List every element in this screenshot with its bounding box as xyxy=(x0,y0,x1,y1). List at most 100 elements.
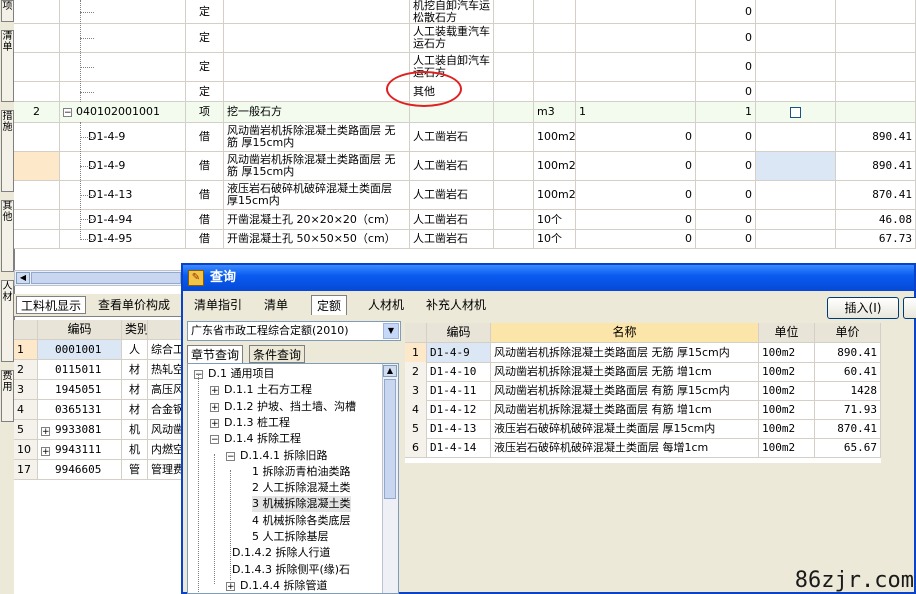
value-cell[interactable]: 0 xyxy=(696,24,756,52)
tab-supplement-labor-material-machine[interactable]: 补充人材机 xyxy=(421,295,491,315)
code-cell[interactable]: D1-4-13 xyxy=(60,181,186,209)
table-row[interactable]: 定 人工装载重汽车运石方 0 xyxy=(14,24,916,53)
name-cell[interactable]: 开凿混凝土孔 20×20×20（cm） xyxy=(224,210,410,229)
qty-cell[interactable] xyxy=(576,82,696,101)
table-row[interactable]: 10 +9943111 机内燃空 xyxy=(14,440,184,460)
blank-cell[interactable] xyxy=(494,53,534,81)
value-cell[interactable]: 0 xyxy=(696,123,756,151)
value-cell[interactable]: 1 xyxy=(696,102,756,122)
flag-cell[interactable] xyxy=(756,24,836,52)
code-cell[interactable]: 0115011 xyxy=(38,360,122,379)
value-cell[interactable]: 0 xyxy=(696,0,756,23)
code-cell[interactable]: D1-4-12 xyxy=(427,400,491,419)
vtab-6[interactable]: 费用 xyxy=(1,370,14,422)
code-cell[interactable]: D1-4-11 xyxy=(427,381,491,400)
tree-scroll-thumb[interactable] xyxy=(384,379,396,499)
table-row[interactable]: 2 0115011 材热轧空 xyxy=(14,360,184,380)
table-row[interactable]: 5 D1-4-13 液压岩石破碎机破碎混凝土类面层 厚15cm内 100m2 870.4… xyxy=(405,419,881,439)
flag-cell[interactable] xyxy=(756,210,836,229)
blank-cell[interactable] xyxy=(494,0,534,23)
code-cell[interactable]: D1-4-14 xyxy=(427,438,491,457)
qty-cell[interactable] xyxy=(576,0,696,23)
type-cell[interactable]: 定 xyxy=(186,0,224,23)
price-cell[interactable]: 1428 xyxy=(815,381,881,400)
collapse-minus-icon[interactable]: − xyxy=(210,435,219,445)
type-cell[interactable]: 定 xyxy=(186,82,224,101)
expand-plus-icon[interactable]: + xyxy=(210,386,219,396)
value-cell[interactable]: 0 xyxy=(696,210,756,229)
type-cell[interactable]: 借 xyxy=(186,152,224,180)
tab-bill[interactable]: 清单 xyxy=(259,295,293,315)
header-code[interactable]: 编码 xyxy=(427,323,491,342)
code-cell[interactable] xyxy=(60,0,186,23)
code-cell[interactable] xyxy=(60,53,186,81)
expand-plus-icon[interactable]: + xyxy=(41,447,50,457)
vtab-3[interactable]: 措施 xyxy=(1,110,14,192)
unit-cell[interactable]: 100m2 xyxy=(759,343,815,362)
tab-unit-price-composition[interactable]: 查看单价构成 xyxy=(94,296,175,314)
price-cell[interactable]: 890.41 xyxy=(815,343,881,362)
price-cell[interactable]: 870.41 xyxy=(836,181,916,209)
tab-labor-material-machine[interactable]: 人材机 xyxy=(363,295,409,315)
name-cell[interactable]: 液压岩石破碎机破碎混凝土类面层 厚15cm内 xyxy=(224,181,410,209)
code-cell[interactable]: 9946605 xyxy=(38,460,122,479)
blank-cell[interactable] xyxy=(494,210,534,229)
scroll-left-icon[interactable]: ◀ xyxy=(16,272,30,284)
flag-cell[interactable] xyxy=(756,102,836,122)
blank-cell[interactable] xyxy=(494,123,534,151)
code-cell[interactable] xyxy=(60,24,186,52)
header-name[interactable] xyxy=(148,320,184,339)
flag-cell[interactable] xyxy=(756,53,836,81)
unit-cell[interactable] xyxy=(534,24,576,52)
code-cell[interactable]: D1-4-95 xyxy=(60,230,186,248)
code-cell[interactable]: 0365131 xyxy=(38,400,122,419)
category-cell[interactable]: 材 xyxy=(122,400,148,419)
tab-bill-guide[interactable]: 清单指引 xyxy=(189,295,247,315)
vtab-4[interactable]: 其他 xyxy=(1,200,14,272)
table-row[interactable]: D1-4-9 借 风动凿岩机拆除混凝土类路面层 无筋 厚15cm内 人工凿岩石 … xyxy=(14,123,916,152)
price-cell[interactable] xyxy=(836,0,916,23)
price-cell[interactable] xyxy=(836,102,916,122)
content-cell[interactable]: 人工凿岩石 xyxy=(410,210,494,229)
name-cell[interactable]: 风动凿岩机拆除混凝土类路面层 无筋 厚15cm内 xyxy=(224,123,410,151)
category-cell[interactable]: 材 xyxy=(122,360,148,379)
type-cell[interactable]: 项 xyxy=(186,102,224,122)
chevron-down-icon[interactable]: ▼ xyxy=(383,323,399,339)
qty-cell[interactable] xyxy=(576,24,696,52)
table-row[interactable]: D1-4-94 借 开凿混凝土孔 20×20×20（cm） 人工凿岩石 10个 … xyxy=(14,210,916,230)
content-cell[interactable]: 机挖自卸汽车运松散石方 xyxy=(410,0,494,23)
unit-cell[interactable]: 100m2 xyxy=(534,152,576,180)
name-cell[interactable]: 高压风 xyxy=(148,380,184,399)
quota-library-select[interactable]: 广东省市政工程综合定额(2010) ▼ xyxy=(187,321,401,341)
name-cell[interactable]: 风动凿岩机拆除混凝土类路面层 有筋 增1cm xyxy=(491,400,759,419)
table-row[interactable]: 1 D1-4-9 风动凿岩机拆除混凝土类路面层 无筋 厚15cm内 100m2 890.… xyxy=(405,343,881,363)
expand-plus-icon[interactable]: + xyxy=(41,427,50,437)
header-unit[interactable]: 单位 xyxy=(759,323,815,342)
tab-condition-search[interactable]: 条件查询 xyxy=(249,345,306,363)
name-cell[interactable]: 内燃空 xyxy=(148,440,184,459)
name-cell[interactable]: 风动凿岩机拆除混凝土类路面层 无筋 厚15cm内 xyxy=(224,152,410,180)
blank-cell[interactable] xyxy=(494,82,534,101)
content-cell[interactable]: 人工凿岩石 xyxy=(410,123,494,151)
category-cell[interactable]: 机 xyxy=(122,420,148,439)
name-cell[interactable]: 挖一般石方 xyxy=(224,102,410,122)
name-cell[interactable]: 风动凿岩机拆除混凝土类路面层 无筋 厚15cm内 xyxy=(491,343,759,362)
table-row[interactable]: D1-4-13 借 液压岩石破碎机破碎混凝土类面层 厚15cm内 人工凿岩石 1… xyxy=(14,181,916,210)
table-row[interactable]: 2 D1-4-10 风动凿岩机拆除混凝土类路面层 无筋 增1cm 100m2 60.41 xyxy=(405,362,881,382)
value-cell[interactable]: 0 xyxy=(696,82,756,101)
name-cell[interactable]: 风动凿岩机拆除混凝土类路面层 无筋 增1cm xyxy=(491,362,759,381)
qty-cell[interactable]: 1 xyxy=(576,102,696,122)
blank-cell[interactable] xyxy=(494,152,534,180)
code-cell[interactable]: +9943111 xyxy=(38,440,122,459)
qty-cell[interactable]: 0 xyxy=(576,181,696,209)
unit-cell[interactable] xyxy=(534,53,576,81)
collapse-toggle-icon[interactable]: − xyxy=(63,107,72,117)
table-row[interactable]: D1-4-9 借 风动凿岩机拆除混凝土类路面层 无筋 厚15cm内 人工凿岩石 … xyxy=(14,152,916,181)
unit-cell[interactable] xyxy=(534,82,576,101)
unit-cell[interactable]: 100m2 xyxy=(759,419,815,438)
table-row[interactable]: 定 机挖自卸汽车运松散石方 0 xyxy=(14,0,916,24)
price-cell[interactable]: 71.93 xyxy=(815,400,881,419)
content-cell[interactable]: 人工装载重汽车运石方 xyxy=(410,24,494,52)
header-name[interactable]: 名称 xyxy=(491,323,759,342)
blank-cell[interactable] xyxy=(494,181,534,209)
